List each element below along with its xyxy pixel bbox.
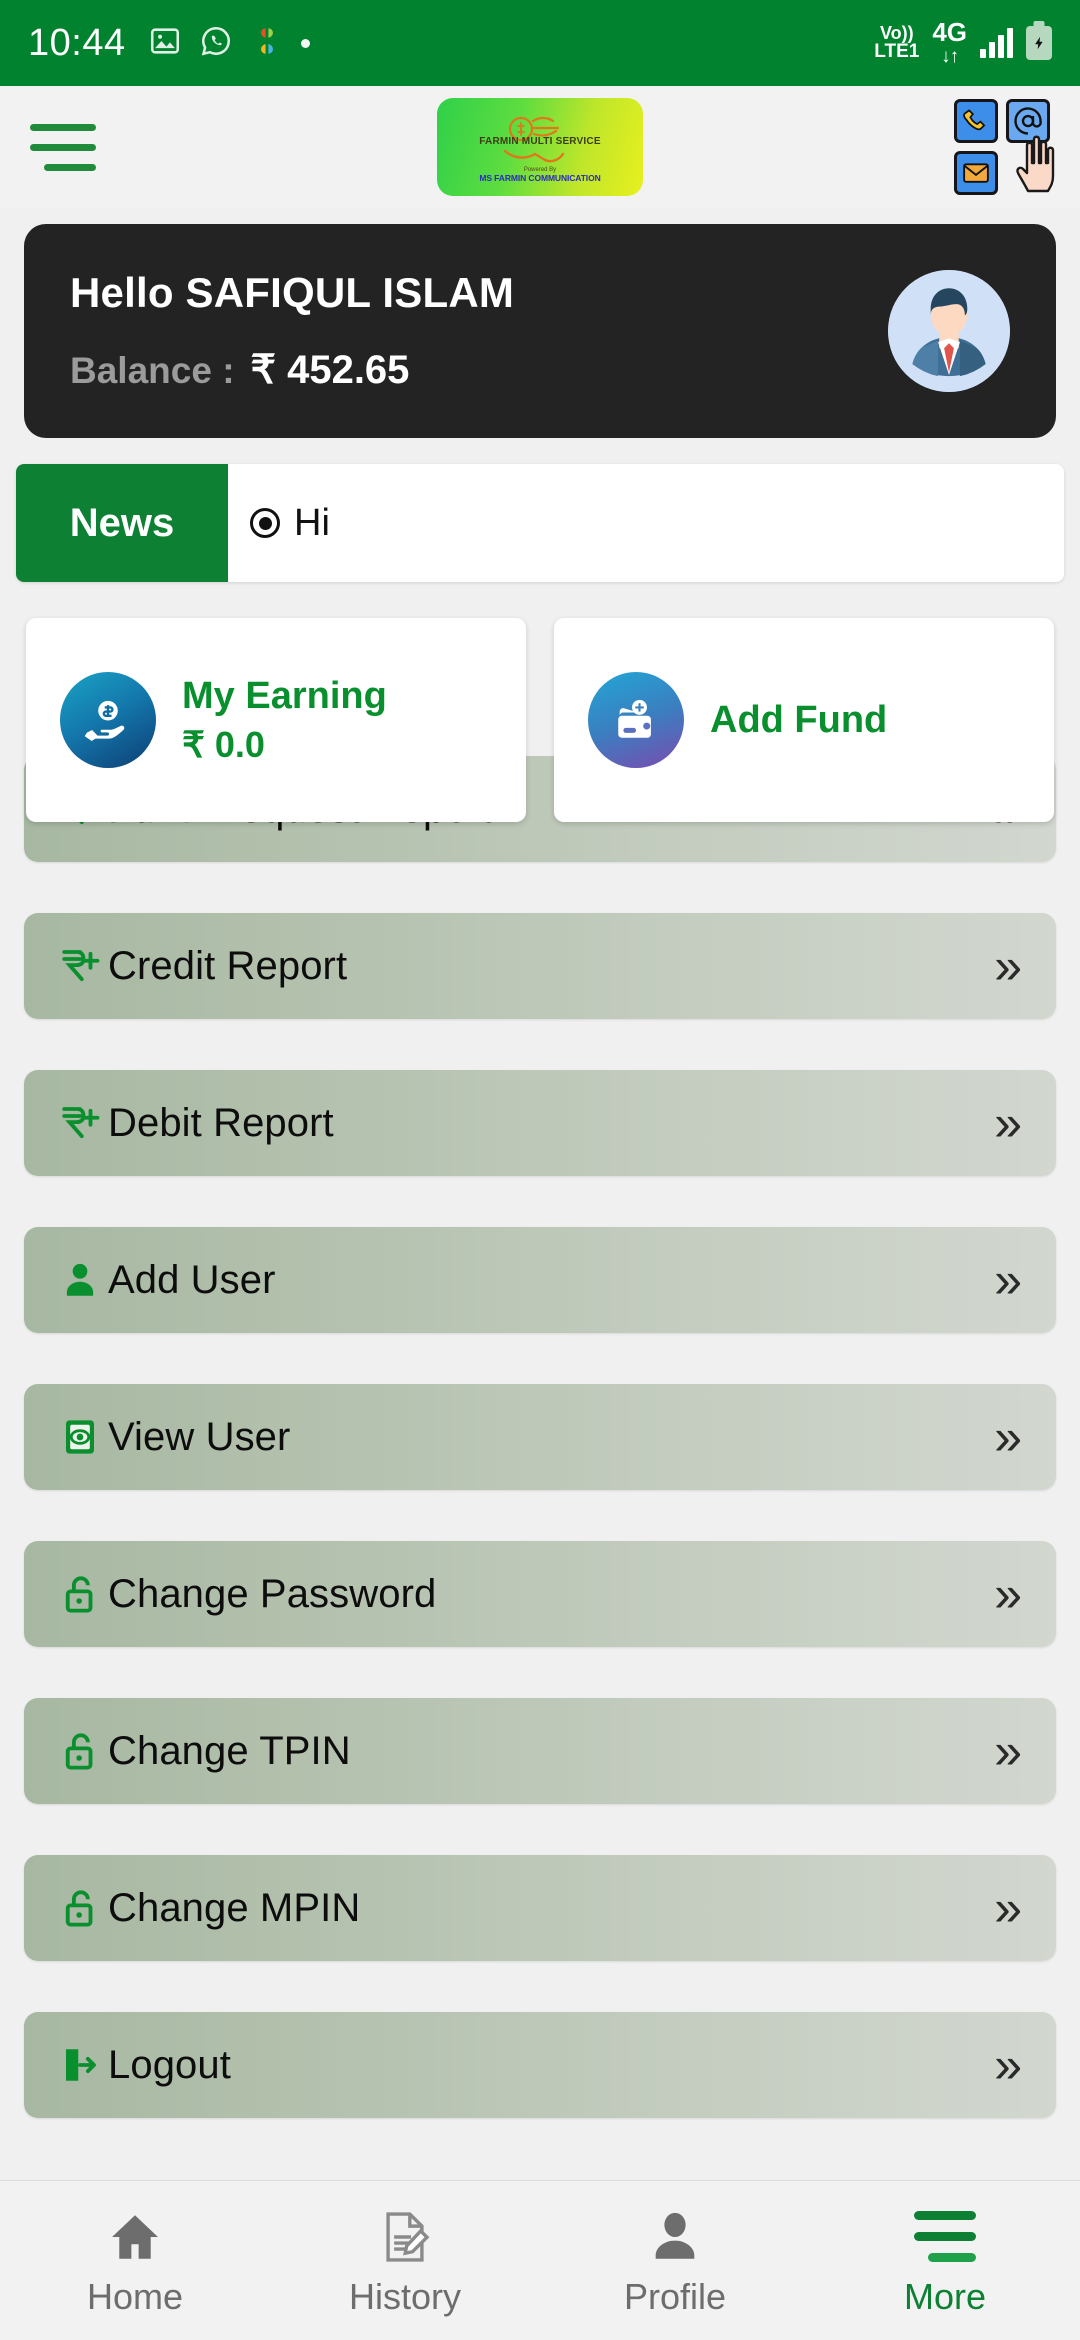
wallet-plus-icon	[588, 672, 684, 768]
dot-indicator	[300, 38, 310, 48]
my-earning-title: My Earning	[182, 674, 387, 717]
whatsapp-icon	[199, 24, 233, 63]
add-fund-card[interactable]: Add Fund	[554, 618, 1054, 822]
menu-item-label: Add User	[108, 1257, 276, 1302]
unlock-icon	[58, 1729, 102, 1773]
add-fund-title: Add Fund	[710, 698, 888, 741]
hand-pointer-icon	[1016, 135, 1055, 193]
menu-item-change-tpin[interactable]: Change TPIN »	[24, 1698, 1056, 1804]
hand-holding-coin-icon	[60, 672, 156, 768]
balance-value: ₹ 452.65	[250, 348, 410, 392]
logo-title: FARMIN MULTI SERVICE	[479, 136, 601, 147]
nav-item-more[interactable]: More	[810, 2181, 1080, 2340]
news-label: News	[16, 464, 228, 582]
unlock-icon	[58, 1572, 102, 1616]
greeting-name: Hello SAFIQUL ISLAM	[70, 269, 515, 316]
nav-item-label: Home	[86, 2275, 184, 2317]
my-earning-card[interactable]: My Earning ₹ 0.0	[26, 618, 526, 822]
menu-item-view-user[interactable]: View User »	[24, 1384, 1056, 1490]
status-bar-system-icons: Vo)) LTE1 4G ↓↑	[874, 19, 1052, 66]
nav-item-history[interactable]: History	[270, 2181, 540, 2340]
more-icon	[914, 2204, 976, 2266]
header-contact-icons	[954, 99, 1055, 195]
menu-item-credit-report[interactable]: Credit Report »	[24, 913, 1056, 1019]
history-icon	[376, 2204, 434, 2266]
nav-item-home[interactable]: Home	[0, 2181, 270, 2340]
nav-item-label: History	[348, 2275, 461, 2317]
profile-icon	[646, 2204, 704, 2266]
radio-dot-icon	[250, 508, 280, 538]
rupee-plus-icon	[58, 1101, 102, 1145]
menu-item-debit-report[interactable]: Debit Report »	[24, 1070, 1056, 1176]
menu-item-change-mpin[interactable]: Change MPIN »	[24, 1855, 1056, 1961]
bottom-navigation: Home History Profile More	[0, 2180, 1080, 2340]
user-greeting-card: Hello SAFIQUL ISLAM Balance : ₹ 452.65	[24, 224, 1056, 438]
battery-charging-icon	[1026, 25, 1052, 60]
status-bar-notification-icons	[148, 24, 310, 63]
chevron-right-icon: »	[994, 1095, 1022, 1151]
network-type-indicator: 4G ↓↑	[932, 17, 967, 67]
add-fund-text: Add Fund	[710, 698, 887, 743]
chevron-right-icon: »	[994, 1409, 1022, 1465]
balance-label: Balance :	[70, 350, 235, 391]
rupee-plus-icon	[58, 944, 102, 988]
quick-actions: My Earning ₹ 0.0 Add Fund	[0, 618, 1080, 822]
hamburger-menu-icon[interactable]	[30, 123, 104, 171]
news-ticker-bar[interactable]: News Hi	[16, 464, 1064, 582]
app-logo: FARMIN MULTI SERVICE Powered By MS FARMI…	[437, 98, 643, 196]
chevron-right-icon: »	[994, 1723, 1022, 1779]
menu-item-add-user[interactable]: Add User »	[24, 1227, 1056, 1333]
eye-card-icon	[58, 1415, 102, 1459]
menu-item-label: Credit Report	[108, 943, 348, 988]
envelope-icon[interactable]	[954, 151, 998, 195]
nav-item-label: Profile	[623, 2275, 727, 2317]
volte-indicator: Vo)) LTE1	[874, 23, 920, 63]
unlock-icon	[58, 1886, 102, 1930]
chevron-right-icon: »	[994, 1566, 1022, 1622]
menu-item-label: View User	[108, 1414, 291, 1459]
chevron-right-icon: »	[994, 2037, 1022, 2093]
signal-bars-icon	[980, 27, 1013, 58]
my-earning-value: ₹ 0.0	[182, 724, 265, 766]
menu-item-label: Change MPIN	[108, 1885, 361, 1930]
my-earning-text: My Earning ₹ 0.0	[182, 674, 387, 767]
flower-app-icon	[250, 24, 284, 63]
home-icon	[106, 2204, 164, 2266]
person-icon	[58, 1258, 102, 1302]
menu-item-change-password[interactable]: Change Password »	[24, 1541, 1056, 1647]
nav-item-profile[interactable]: Profile	[540, 2181, 810, 2340]
avatar[interactable]	[888, 270, 1010, 392]
menu-item-label: Debit Report	[108, 1100, 334, 1145]
menu-item-logout[interactable]: Logout »	[24, 2012, 1056, 2118]
logout-icon	[58, 2043, 102, 2087]
logo-mark: FARMIN MULTI SERVICE	[479, 111, 601, 169]
menu-list: Fund Request Report » Credit Report » De…	[0, 756, 1080, 2180]
menu-item-label: Change TPIN	[108, 1728, 351, 1773]
menu-item-label: Change Password	[108, 1571, 437, 1616]
gallery-icon	[148, 24, 182, 63]
news-ticker: Hi	[228, 464, 1064, 582]
nav-item-label: More	[903, 2275, 987, 2317]
news-message: Hi	[294, 501, 330, 544]
balance-row: Balance : ₹ 452.65	[70, 347, 888, 393]
status-bar: 10:44 Vo)) LTE1 4G ↓↑	[0, 0, 1080, 86]
greeting-text: Hello SAFIQUL ISLAM Balance : ₹ 452.65	[70, 269, 888, 393]
menu-item-label: Logout	[108, 2042, 231, 2087]
status-bar-clock: 10:44	[28, 21, 126, 64]
app-header: FARMIN MULTI SERVICE Powered By MS FARMI…	[0, 86, 1080, 208]
chevron-right-icon: »	[994, 1880, 1022, 1936]
logo-company: MS FARMIN COMMUNICATION	[479, 173, 601, 183]
chevron-right-icon: »	[994, 938, 1022, 994]
phone-icon[interactable]	[954, 99, 998, 143]
chevron-right-icon: »	[994, 1252, 1022, 1308]
